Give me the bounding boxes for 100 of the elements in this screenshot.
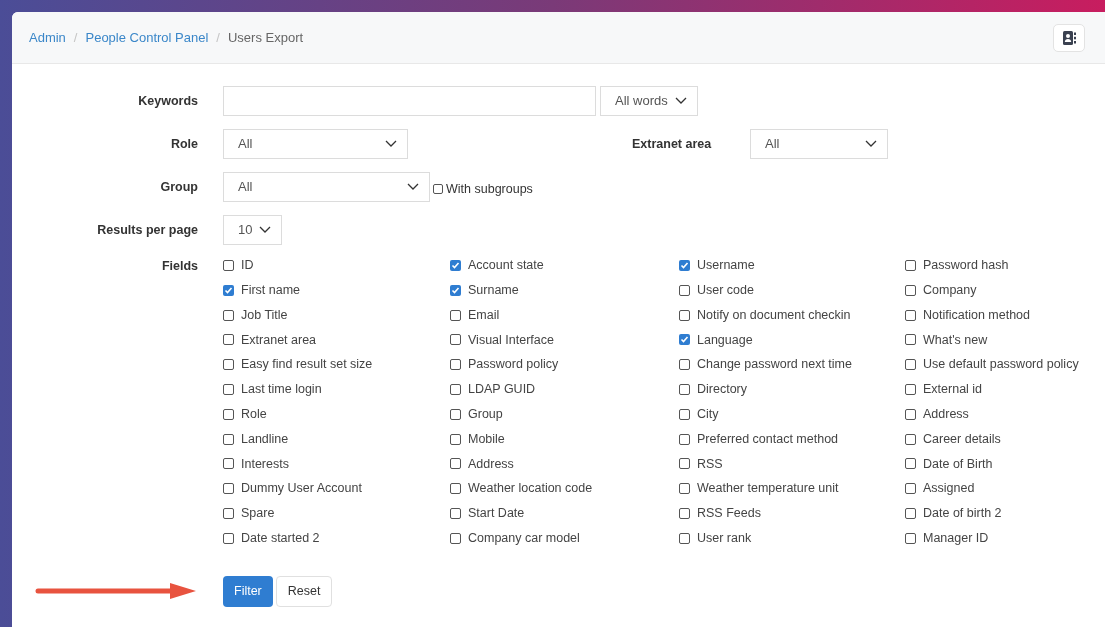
- checkbox-label: Directory: [697, 381, 747, 399]
- field-label: Group: [160, 178, 198, 196]
- breadcrumb-separator: /: [73, 28, 78, 47]
- checkbox-label: Last time login: [241, 381, 322, 399]
- checkbox-label: Notify on document checkin: [697, 306, 851, 324]
- checkbox-label: Date of birth 2: [923, 505, 1002, 523]
- checkbox-label: Extranet area: [241, 331, 317, 349]
- checkbox[interactable]: [450, 483, 461, 495]
- checkbox[interactable]: [450, 334, 461, 346]
- checkbox-label: Surname: [468, 281, 519, 299]
- checkbox-label: City: [697, 405, 719, 423]
- checkbox-label: Password hash: [923, 257, 1009, 275]
- checkbox[interactable]: [450, 309, 461, 321]
- checkbox-label: Username: [697, 257, 755, 275]
- checkbox[interactable]: [223, 359, 234, 371]
- role-select[interactable]: All: [223, 129, 408, 159]
- checkbox[interactable]: [679, 260, 690, 271]
- checkbox-label: Preferred contact method: [697, 430, 839, 448]
- checkbox[interactable]: [223, 483, 234, 495]
- breadcrumb-link[interactable]: Admin: [29, 27, 66, 48]
- checkbox[interactable]: [223, 408, 234, 420]
- checkbox[interactable]: [679, 507, 690, 519]
- checkbox[interactable]: [679, 433, 690, 445]
- checkbox[interactable]: [450, 433, 461, 445]
- checkbox-label: Visual Interface: [468, 331, 554, 349]
- checkbox-label: Career details: [923, 430, 1001, 448]
- checkbox[interactable]: [679, 532, 690, 544]
- checkbox[interactable]: [905, 334, 916, 346]
- checkbox[interactable]: [450, 507, 461, 519]
- checkbox[interactable]: [905, 284, 916, 296]
- checkbox[interactable]: [450, 284, 461, 296]
- checkbox-label: With subgroups: [446, 180, 533, 198]
- address-book-button[interactable]: [1053, 23, 1085, 52]
- checkbox-label: Date of Birth: [923, 455, 993, 473]
- checkbox[interactable]: [905, 458, 916, 470]
- extranet-area-select[interactable]: All: [750, 129, 888, 159]
- breadcrumb-link[interactable]: People Control Panel: [85, 27, 209, 48]
- checkbox-label: Weather location code: [468, 480, 593, 498]
- checkbox[interactable]: [223, 433, 234, 445]
- chevron-down-icon: [865, 140, 877, 148]
- checkbox[interactable]: [905, 309, 916, 321]
- checkbox[interactable]: [679, 458, 690, 470]
- checkbox[interactable]: [450, 384, 461, 395]
- checkbox-label: Change password next time: [697, 356, 852, 374]
- checkbox[interactable]: [223, 309, 234, 321]
- checkbox-label: Spare: [241, 505, 275, 523]
- checkbox[interactable]: [223, 532, 234, 544]
- checkbox[interactable]: [450, 359, 461, 371]
- checkbox[interactable]: [433, 184, 443, 194]
- checkbox[interactable]: [450, 458, 461, 470]
- checkbox-label: Landline: [241, 430, 289, 448]
- checkbox[interactable]: [223, 458, 234, 470]
- checkbox-label: Role: [241, 405, 267, 423]
- checkbox-label: Interests: [241, 455, 289, 473]
- checkbox[interactable]: [679, 483, 690, 495]
- checkbox-label: External id: [923, 381, 983, 399]
- checkbox[interactable]: [679, 408, 690, 420]
- checkbox-label: User code: [697, 281, 754, 299]
- checkbox[interactable]: [905, 408, 916, 420]
- checkbox[interactable]: [905, 384, 916, 395]
- checkbox-label: Address: [468, 455, 514, 473]
- filter-button[interactable]: Filter: [223, 575, 273, 607]
- checkbox-label: Job Title: [241, 306, 288, 324]
- checkbox[interactable]: [450, 260, 461, 271]
- checkbox[interactable]: [223, 284, 234, 296]
- checkbox-label: Dummy User Account: [241, 480, 362, 498]
- breadcrumb-current: Users Export: [227, 28, 304, 47]
- checkbox[interactable]: [905, 532, 916, 544]
- checkbox[interactable]: [679, 384, 690, 395]
- checkbox[interactable]: [223, 260, 234, 271]
- checkbox[interactable]: [223, 334, 234, 346]
- checkbox[interactable]: [905, 507, 916, 519]
- reset-button[interactable]: Reset: [275, 575, 333, 607]
- checkbox-label: What's new: [923, 331, 988, 349]
- checkbox[interactable]: [450, 408, 461, 420]
- group-select[interactable]: All: [223, 172, 430, 202]
- match-select[interactable]: All words: [600, 86, 698, 116]
- keywords-field[interactable]: [223, 86, 596, 116]
- checkbox[interactable]: [679, 359, 690, 371]
- checkbox[interactable]: [905, 260, 916, 271]
- checkbox-label: Address: [923, 405, 969, 423]
- checkbox[interactable]: [679, 334, 690, 346]
- checkbox-label: Manager ID: [923, 529, 989, 547]
- checkbox[interactable]: [450, 532, 461, 544]
- checkbox-label: Language: [697, 331, 753, 349]
- checkbox[interactable]: [905, 433, 916, 445]
- checkbox[interactable]: [679, 309, 690, 321]
- checkbox-label: Date started 2: [241, 529, 320, 547]
- checkbox[interactable]: [905, 483, 916, 495]
- checkbox[interactable]: [223, 507, 234, 519]
- field-label: Fields: [161, 258, 198, 275]
- checkbox[interactable]: [905, 359, 916, 371]
- checkbox[interactable]: [223, 384, 234, 395]
- chevron-down-icon: [385, 140, 397, 148]
- checkbox-label: Company car model: [468, 529, 580, 547]
- checkbox-label: Password policy: [468, 356, 559, 374]
- checkbox[interactable]: [679, 284, 690, 296]
- checkbox-label: Easy find result set size: [241, 356, 373, 374]
- checkbox-label: ID: [241, 257, 254, 275]
- results-per-page-select[interactable]: 10: [223, 215, 282, 245]
